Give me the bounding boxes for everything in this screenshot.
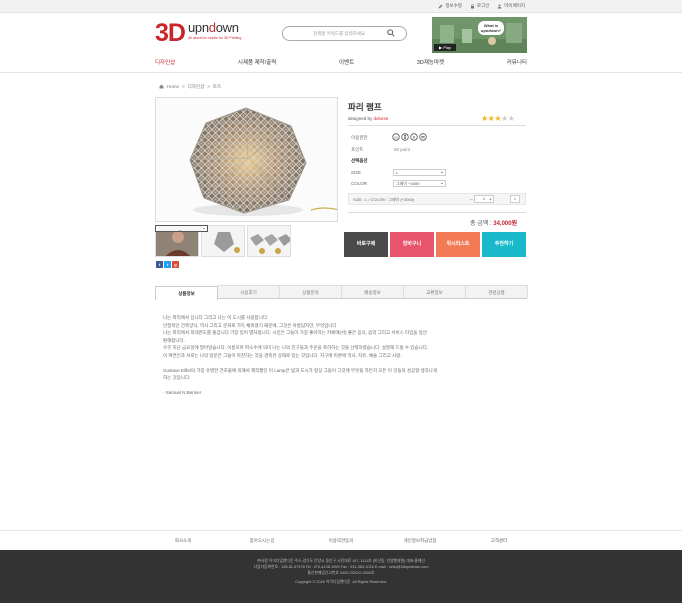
tab-qna[interactable]: 상품문의 <box>279 285 342 298</box>
thumbnail-1[interactable] <box>155 225 208 232</box>
thumbnail-strip <box>155 225 338 257</box>
product-main-image[interactable] <box>155 97 338 222</box>
main-navigation: 디자인샵 시제품 제작/출력 이벤트 3D재능마켓 커뮤니티 <box>155 56 527 70</box>
promo-video-banner[interactable]: What is upndown? ▶ Play <box>432 17 527 53</box>
quantity-decrease-button[interactable]: − <box>470 197 473 203</box>
star-icon: ★ <box>501 114 508 123</box>
description-line: 편해합니다. <box>163 337 185 343</box>
lock-icon <box>470 3 474 8</box>
footer-link-terms[interactable]: 이용약관동의 <box>302 531 381 550</box>
footer-registration: 통신판매업신고번호 0000-OOOO-0000호 <box>307 571 375 576</box>
product-description: 나는 파리에서 삽니다 그리고 나는 이 도시를 사랑합니다. 안정적인 건축양식… <box>163 314 523 397</box>
description-line: 하는 것입니다. <box>163 375 191 380</box>
mypage-link[interactable]: 마이페이지 <box>497 3 525 9</box>
tab-reviews[interactable]: 사용후기 <box>217 285 280 298</box>
tab-product-info[interactable]: 상품정보 <box>155 286 218 300</box>
designer-link[interactable]: dolorse <box>374 116 389 121</box>
description-line <box>163 382 523 390</box>
twitter-icon[interactable]: t <box>164 261 171 268</box>
product-title: 파리 램프 <box>348 102 382 112</box>
designer-credit: designed by dolorse <box>348 116 389 121</box>
top-links: 정보수정 로그인 마이페이지 <box>438 3 525 9</box>
divider <box>348 125 526 126</box>
footer: ㈜사랑 이이디업앤다운 주소:경기도 안양시 동안구 시민대로 167, 111… <box>0 550 682 603</box>
description-line: 나는 파리에서 삽니다 그리고 나는 이 도시를 사랑합니다. <box>163 315 269 320</box>
search-icon[interactable] <box>387 29 395 37</box>
user-icon <box>497 4 502 8</box>
footer-link-about[interactable]: 회사소개 <box>144 531 223 550</box>
footer-copyright: Copyright © 2016 이이디업앤다운. All Rights Res… <box>295 579 387 584</box>
site-logo[interactable]: 3D upndown All about for mobile for 3D P… <box>155 20 241 46</box>
edit-info-link[interactable]: 정보수정 <box>438 3 462 9</box>
lamp-photo <box>156 98 337 221</box>
svg-text:$: $ <box>413 135 416 140</box>
footer-link-support[interactable]: 고객센터 <box>460 531 539 550</box>
selected-option-row: SIZE : L / COLOR : 그레이 (+3000) <box>348 193 526 205</box>
description-line <box>163 359 523 367</box>
footer-links: 회사소개 찾아오시는길 이용약관동의 개인정보취급방침 고객센터 <box>0 530 682 550</box>
description-line: Gustave Eiffel의 가장 유명한 건조물에 의해서 제작했던 이 L… <box>163 367 438 373</box>
nav-community[interactable]: 커뮤니티 <box>507 56 527 70</box>
description-line: 우웃 지난 금요일에 말아넣습니다, 이름모아 파소수에 의미 나는 나의 친구… <box>163 345 429 350</box>
buy-now-button[interactable]: 바로구매 <box>344 232 388 257</box>
thumbnail-lamp-image <box>158 226 202 231</box>
breadcrumb: Home > 디자인샵 > 토츠 <box>159 84 221 90</box>
footer-link-directions[interactable]: 찾아오시는길 <box>223 531 302 550</box>
login-link[interactable]: 로그인 <box>470 3 489 9</box>
rating-stars: ★★★★★ <box>481 114 515 123</box>
thumbnail-pieces-image <box>248 226 290 256</box>
nav-event[interactable]: 이벤트 <box>339 56 354 70</box>
description-line: 안정적인 건축양식, 역사 그리고 문화로 가득 채워졌기 때문에, 그것은 아… <box>163 322 337 328</box>
recommend-button[interactable]: 추천하기 <box>482 232 526 257</box>
size-select[interactable]: L <box>393 169 446 176</box>
quantity-increase-button[interactable]: + <box>489 197 492 203</box>
add-to-cart-button[interactable]: 장바구니 <box>390 232 434 257</box>
detail-tabs: 상품정보 사용후기 상품문의 배송정보 교환정보 관련상품 <box>155 285 528 300</box>
thumbnail-parts-image <box>202 226 244 256</box>
home-icon <box>159 84 164 89</box>
nav-talent-market[interactable]: 3D재능마켓 <box>417 56 444 70</box>
nav-prototype[interactable]: 시제품 제작/출력 <box>238 56 276 70</box>
star-icon: ★ <box>507 114 515 123</box>
star-icon: ★ <box>494 114 502 123</box>
color-select[interactable]: 그레이 +3000 <box>393 180 446 187</box>
wishlist-button[interactable]: 위시리스트 <box>436 232 480 257</box>
description-line: - Samuel N.Bernier <box>163 390 202 395</box>
play-button[interactable]: ▶ Play <box>434 44 456 51</box>
tab-exchange[interactable]: 교환정보 <box>403 285 466 298</box>
license-icons: cc $ <box>392 133 427 141</box>
remove-option-button[interactable]: x <box>510 195 520 203</box>
nav-design-shop[interactable]: 디자인샵 <box>155 56 175 70</box>
pencil-icon <box>438 4 443 8</box>
description-line: 이 여연인과 서로는 나의 방문은 그들이 마찬하는 것을 경축한 상태로 있는… <box>163 352 402 358</box>
tab-shipping[interactable]: 배송정보 <box>341 285 404 298</box>
breadcrumb-home[interactable]: Home <box>167 84 179 90</box>
svg-text:cc: cc <box>394 135 398 140</box>
thumbnail-4[interactable] <box>247 225 291 257</box>
tab-related[interactable]: 관련상품 <box>465 285 528 298</box>
top-utility-bar: 정보수정 로그인 마이페이지 <box>0 0 682 13</box>
breadcrumb-design-shop[interactable]: 디자인샵 <box>188 84 205 90</box>
description-line: 나는 파리에서 최대한도를 즐겁니다 가장 있어 별처럼니다. 시민은 그들이 … <box>163 330 427 335</box>
divider <box>348 212 526 213</box>
breadcrumb-current: 토츠 <box>212 84 222 89</box>
nav-divider <box>0 72 682 73</box>
google-plus-icon[interactable]: g <box>172 261 179 268</box>
total-price: 총 금액 : 34,000원 <box>470 221 518 227</box>
facebook-icon[interactable]: f <box>156 261 163 268</box>
footer-link-privacy[interactable]: 개인정보취급방침 <box>381 531 460 550</box>
share-buttons: f t g <box>156 261 179 268</box>
star-icon: ★ <box>481 114 488 123</box>
